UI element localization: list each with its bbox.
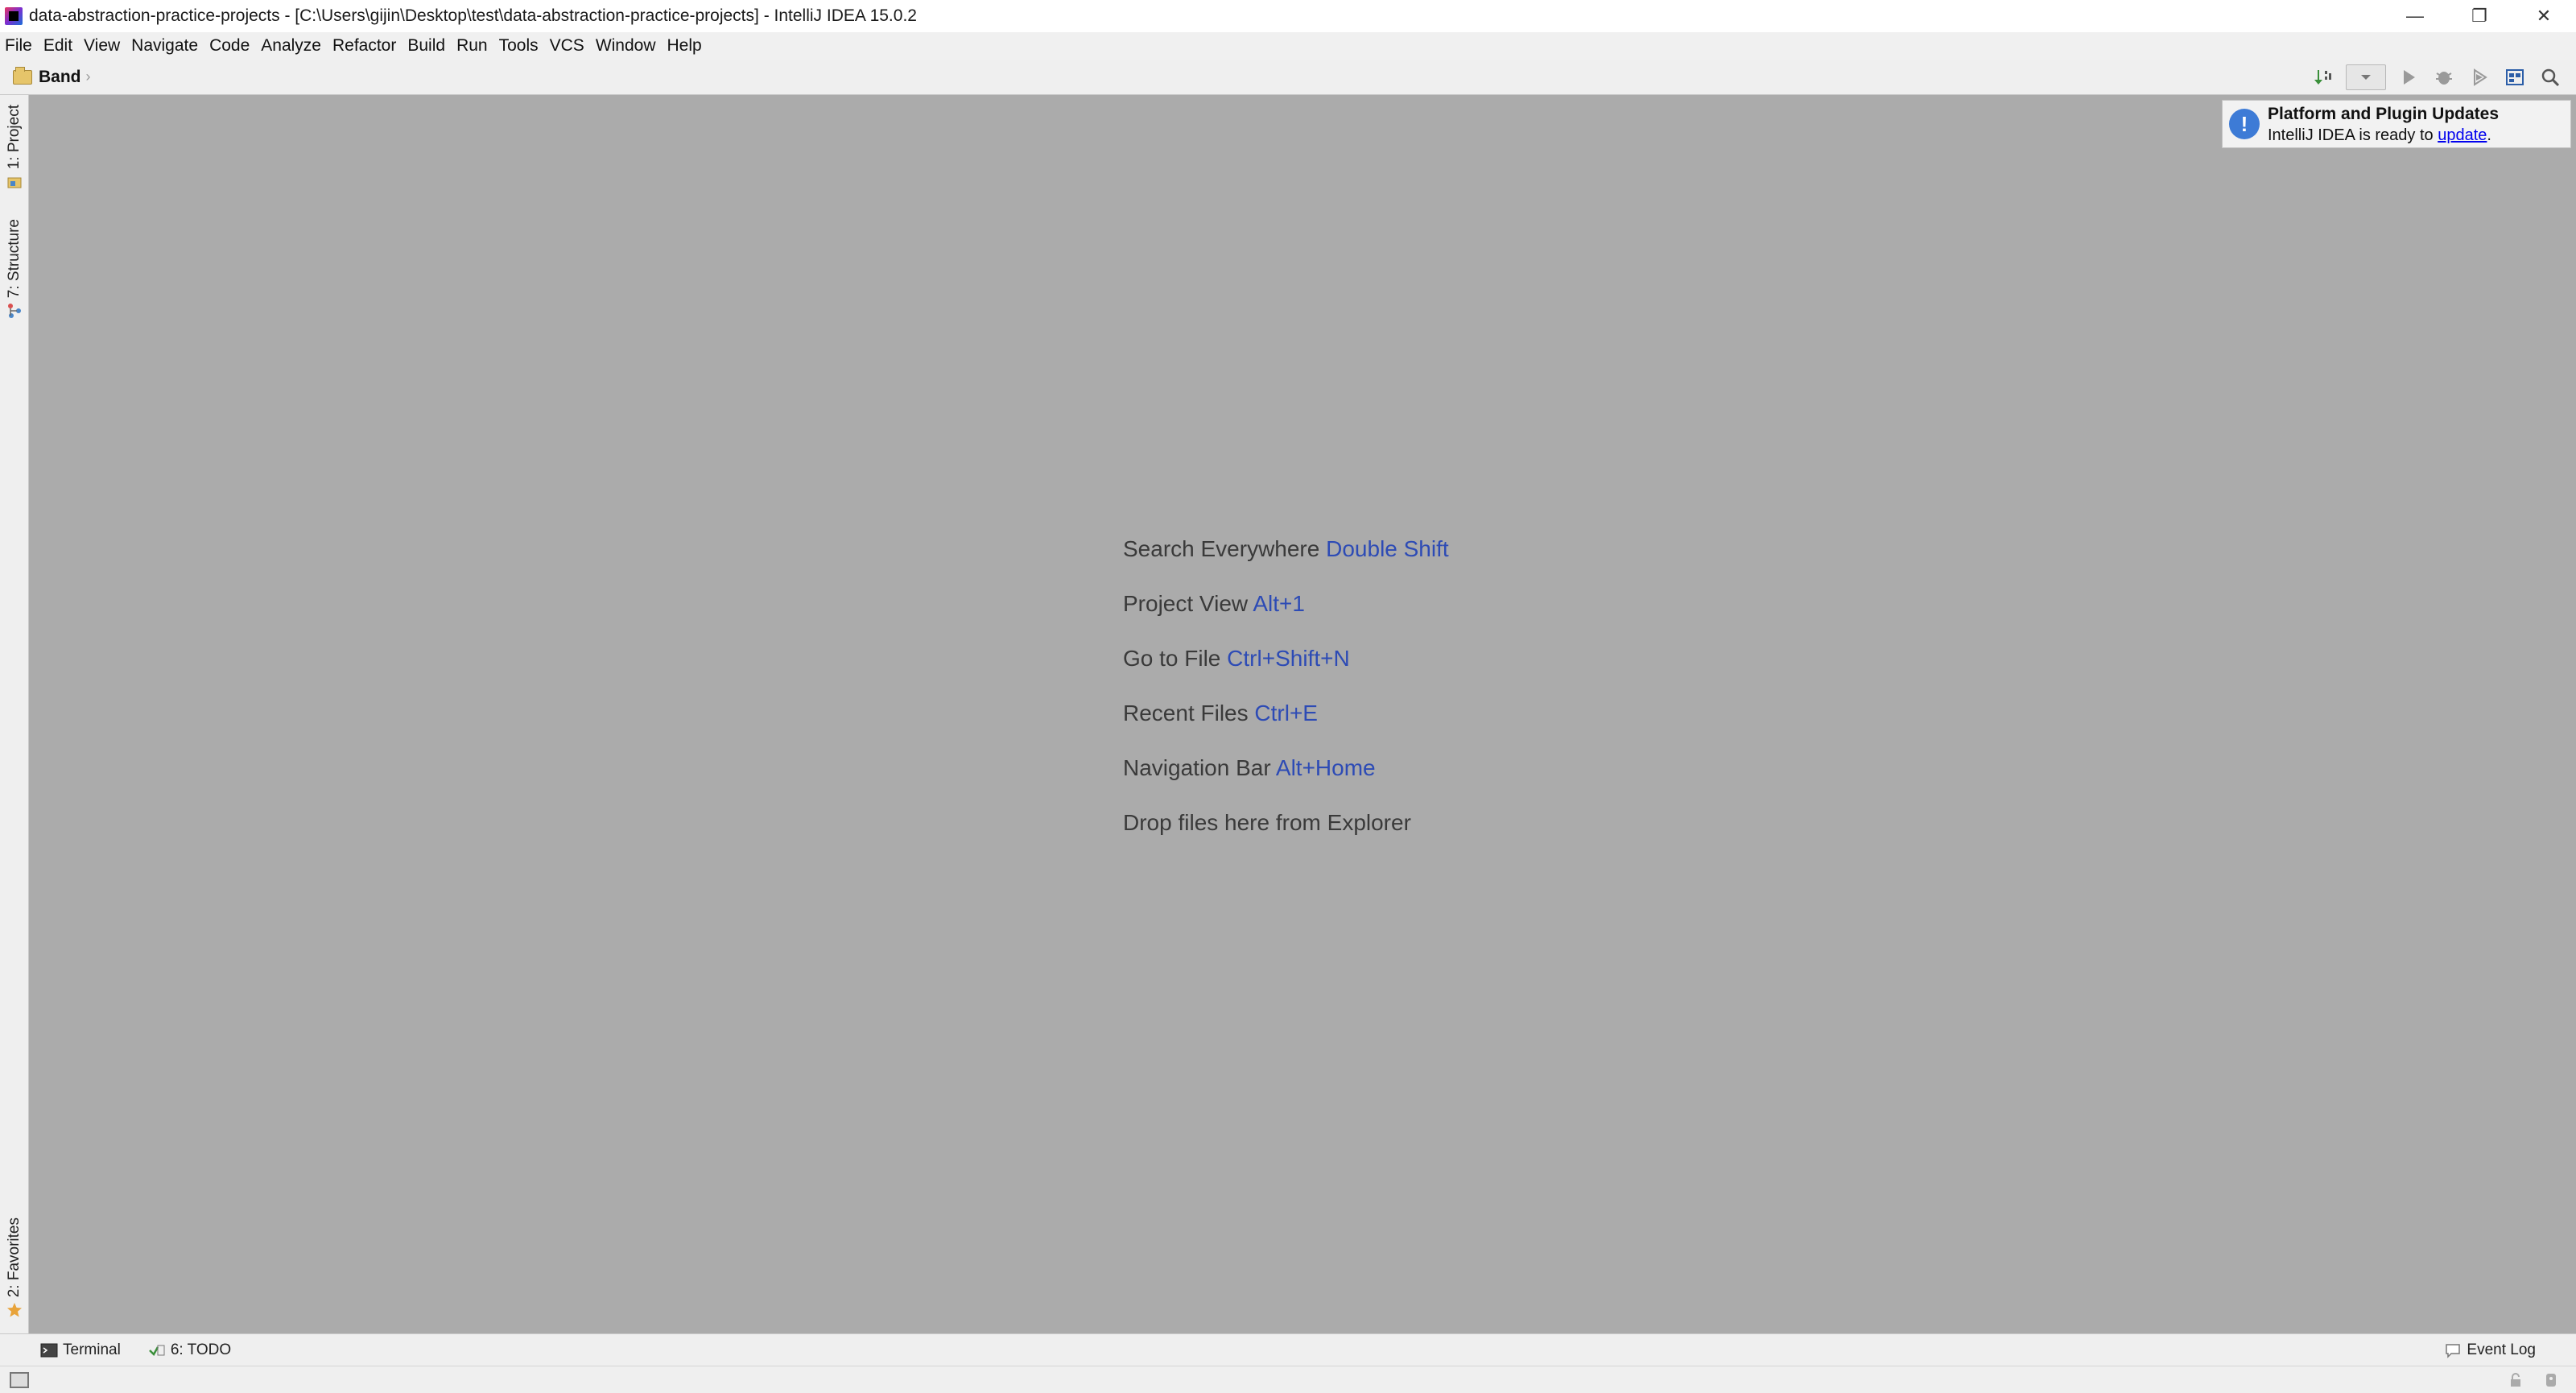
hint-shortcut: Ctrl+E [1254, 701, 1318, 725]
breadcrumb-label: Band [39, 67, 81, 86]
notification-body-end: . [2487, 126, 2491, 144]
breadcrumb-band[interactable]: Band › [13, 66, 91, 87]
hint-go-to-file: Go to File Ctrl+Shift+N [1123, 628, 1449, 683]
hint-search-everywhere: Search Everywhere Double Shift [1123, 519, 1449, 573]
coverage-icon [2474, 68, 2487, 86]
bottom-tool-bar: Terminal 6: TODO Event Log [0, 1333, 2576, 1366]
hint-shortcut: Ctrl+Shift+N [1227, 646, 1350, 671]
left-tool-strip: 1: Project 7: Structure 2: Favorites [0, 95, 29, 1333]
notification-body-text: IntelliJ IDEA is ready to [2268, 126, 2438, 144]
menu-bar: File Edit View Navigate Code Analyze Ref… [0, 32, 2576, 60]
menu-vcs[interactable]: VCS [550, 36, 584, 56]
window-title: data-abstraction-practice-projects - [C:… [29, 6, 917, 25]
favorites-tool-tab[interactable]: 2: Favorites [0, 1217, 29, 1318]
play-icon [2404, 70, 2415, 85]
hint-label: Project View [1123, 591, 1249, 616]
event-log-icon [2446, 1344, 2461, 1358]
terminal-tab[interactable]: Terminal [40, 1341, 121, 1359]
ide-window: data-abstraction-practice-projects - [C:… [0, 0, 2576, 1393]
todo-tab-label: 6: TODO [170, 1341, 232, 1358]
hint-shortcut: Alt+Home [1275, 755, 1376, 780]
tool-windows-toggle-icon[interactable] [10, 1372, 29, 1388]
hint-navigation-bar: Navigation Bar Alt+Home [1123, 738, 1449, 792]
structure-tab-label: 7: Structure [6, 219, 23, 299]
status-indicators [2489, 1371, 2560, 1389]
menu-refactor[interactable]: Refactor [332, 36, 396, 56]
project-structure-icon [2506, 69, 2524, 85]
menu-tools[interactable]: Tools [499, 36, 539, 56]
debug-button[interactable] [2426, 60, 2462, 95]
hint-label: Recent Files [1123, 701, 1249, 725]
intellij-app-icon [5, 7, 23, 25]
todo-icon [148, 1345, 165, 1356]
menu-window[interactable]: Window [596, 36, 656, 56]
hint-label: Search Everywhere [1123, 536, 1320, 561]
coverage-button[interactable] [2462, 60, 2497, 95]
project-folder-icon [13, 66, 32, 85]
navigation-bar: Band › [0, 60, 2576, 95]
menu-code[interactable]: Code [209, 36, 250, 56]
notification-title: Platform and Plugin Updates [2268, 105, 2500, 123]
hint-project-view: Project View Alt+1 [1123, 573, 1449, 628]
menu-edit[interactable]: Edit [43, 36, 72, 56]
title-bar: data-abstraction-practice-projects - [C:… [0, 0, 2576, 32]
menu-file[interactable]: File [5, 36, 32, 56]
star-icon [7, 1303, 22, 1317]
lock-icon[interactable] [2507, 1371, 2524, 1389]
search-everywhere-button[interactable] [2533, 60, 2568, 95]
hint-label: Navigation Bar [1123, 755, 1271, 780]
terminal-icon [40, 1343, 58, 1357]
menu-navigate[interactable]: Navigate [131, 36, 198, 56]
menu-run[interactable]: Run [456, 36, 488, 56]
chevron-down-icon [2361, 75, 2371, 80]
build-project-button[interactable] [2306, 60, 2341, 95]
update-notification[interactable]: ! Platform and Plugin Updates IntelliJ I… [2222, 100, 2571, 148]
project-structure-button[interactable] [2497, 60, 2533, 95]
status-bar [0, 1366, 2576, 1393]
event-log-label: Event Log [2467, 1341, 2536, 1358]
project-tab-label: 1: Project [6, 105, 23, 170]
window-controls: — ❐ ✕ [2383, 0, 2576, 32]
structure-tool-tab[interactable]: 7: Structure [0, 219, 29, 319]
notification-content: Platform and Plugin Updates IntelliJ IDE… [2268, 104, 2499, 146]
update-link[interactable]: update [2438, 126, 2487, 144]
hector-icon[interactable] [2542, 1371, 2560, 1389]
project-tool-tab[interactable]: 1: Project [0, 105, 29, 190]
bug-icon [2436, 72, 2452, 85]
notification-body: IntelliJ IDEA is ready to update. [2268, 125, 2499, 146]
minimize-button[interactable]: — [2383, 0, 2447, 32]
menu-build[interactable]: Build [407, 36, 445, 56]
build-icon [2314, 70, 2331, 85]
close-button[interactable]: ✕ [2512, 0, 2576, 32]
info-icon: ! [2229, 109, 2260, 139]
project-folder-icon [7, 177, 22, 188]
hint-label: Go to File [1123, 646, 1221, 671]
hint-shortcut: Double Shift [1326, 536, 1449, 561]
run-config-dropdown[interactable] [2346, 64, 2386, 90]
favorites-tab-label: 2: Favorites [6, 1217, 23, 1298]
run-button[interactable] [2391, 60, 2426, 95]
terminal-tab-label: Terminal [63, 1341, 121, 1358]
toolbar-actions [2306, 60, 2568, 95]
menu-help[interactable]: Help [667, 36, 702, 56]
hint-drop-files: Drop files here from Explorer [1123, 792, 1449, 847]
structure-icon [8, 304, 21, 319]
hint-recent-files: Recent Files Ctrl+E [1123, 683, 1449, 738]
editor-hints: Search Everywhere Double Shift Project V… [1123, 519, 1449, 847]
restore-button[interactable]: ❐ [2447, 0, 2512, 32]
todo-tab[interactable]: 6: TODO [148, 1341, 231, 1359]
chevron-right-icon: › [85, 68, 91, 85]
search-icon [2541, 68, 2560, 87]
hint-shortcut: Alt+1 [1253, 591, 1305, 616]
menu-view[interactable]: View [84, 36, 120, 56]
menu-analyze[interactable]: Analyze [261, 36, 321, 56]
event-log-tab[interactable]: Event Log [2444, 1334, 2536, 1366]
editor-empty-area[interactable]: Search Everywhere Double Shift Project V… [30, 95, 2576, 1333]
hint-label: Drop files here from Explorer [1123, 810, 1411, 835]
